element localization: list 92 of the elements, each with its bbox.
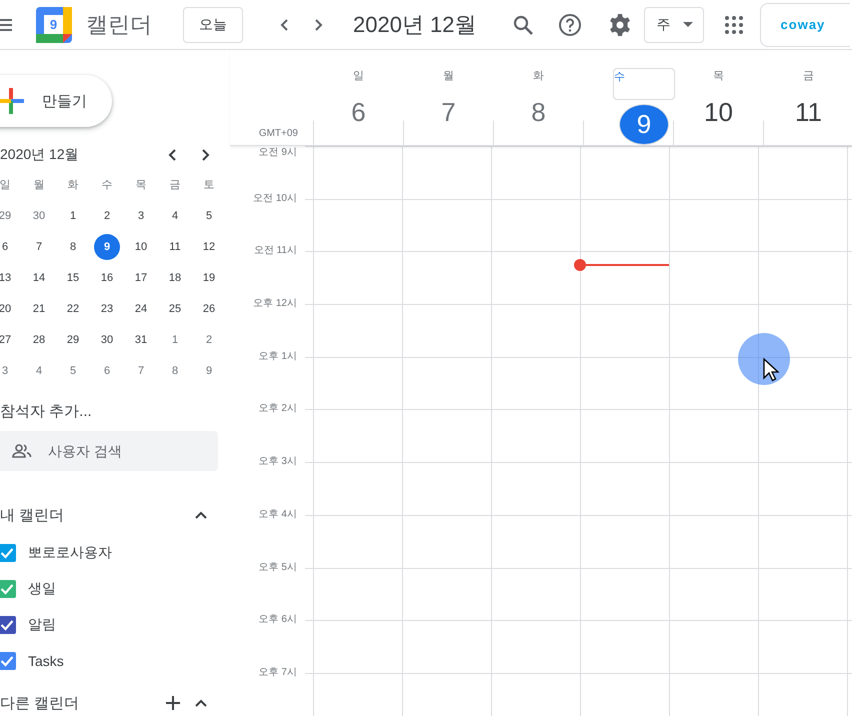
checkbox[interactable]	[0, 616, 16, 634]
app-title: 캘린더	[86, 10, 152, 38]
date-cell[interactable]: 1	[60, 202, 86, 228]
date-cell[interactable]: 28	[26, 326, 52, 352]
add-guests-label: 참석자 추가...	[0, 402, 92, 421]
date-cell[interactable]: 7	[128, 358, 154, 384]
date-cell[interactable]: 31	[128, 326, 154, 352]
calendar-name: 뽀로로사용자	[28, 544, 112, 562]
mini-calendar-title: 2020년 12월	[0, 146, 80, 164]
date-cell[interactable]: 15	[60, 264, 86, 290]
weekday-label: 수	[100, 178, 114, 193]
date-cell[interactable]: 9	[94, 234, 120, 260]
section-title: 다른 캘린더	[0, 694, 80, 712]
weekday-label: 일	[353, 69, 364, 83]
date-cell[interactable]: 25	[162, 296, 188, 322]
date-cell[interactable]: 30	[94, 326, 120, 352]
checkbox[interactable]	[0, 580, 16, 598]
period-title: 2020년 12월	[353, 10, 477, 38]
date-cell[interactable]: 23	[94, 296, 120, 322]
checkbox[interactable]	[0, 544, 16, 562]
date-cell[interactable]: 4	[26, 358, 52, 384]
weekday-label: 월	[32, 178, 46, 193]
day-number[interactable]: 8	[514, 87, 564, 137]
plus-icon	[0, 88, 24, 114]
date-cell[interactable]: 2	[94, 202, 120, 228]
calendar-name: 생일	[28, 580, 56, 598]
calendar-name: Tasks	[28, 653, 64, 669]
date-cell[interactable]: 24	[128, 296, 154, 322]
date-cell[interactable]: 5	[196, 202, 222, 228]
people-search-field[interactable]: 사용자 검색	[0, 431, 218, 471]
calendar-logo-icon: 9	[36, 6, 72, 42]
weekday-label: 목	[134, 178, 148, 193]
weekday-label: 일	[0, 178, 12, 193]
time-slot[interactable]	[669, 304, 758, 357]
date-cell[interactable]: 17	[128, 264, 154, 290]
date-cell[interactable]: 6	[0, 234, 18, 260]
day-number[interactable]: 11	[784, 87, 834, 137]
weekday-label: 금	[168, 178, 182, 193]
add-icon[interactable]	[166, 696, 180, 710]
date-cell[interactable]: 21	[26, 296, 52, 322]
weekday-label: 토	[202, 178, 216, 193]
date-cell[interactable]: 16	[94, 264, 120, 290]
weekday-label: 수	[613, 68, 675, 100]
calendar-name: 알림	[28, 616, 56, 634]
click-highlight	[738, 333, 790, 385]
date-cell[interactable]: 13	[0, 264, 18, 290]
date-cell[interactable]: 7	[26, 234, 52, 260]
day-number[interactable]: 9	[619, 104, 669, 145]
timezone-label: GMT+09	[258, 128, 298, 139]
date-cell[interactable]: 2	[196, 326, 222, 352]
weekday-label: 월	[443, 69, 454, 83]
date-cell[interactable]: 18	[162, 264, 188, 290]
weekday-label: 화	[533, 69, 544, 83]
help-icon[interactable]	[558, 12, 582, 36]
today-button[interactable]: 오늘	[183, 6, 243, 42]
date-cell[interactable]: 5	[60, 358, 86, 384]
weekday-label: 화	[66, 178, 80, 193]
date-cell[interactable]: 9	[196, 358, 222, 384]
date-cell[interactable]: 10	[128, 234, 154, 260]
weekday-label: 목	[713, 69, 724, 83]
date-cell[interactable]: 12	[196, 234, 222, 260]
create-button[interactable]: 만들기	[0, 75, 112, 127]
date-cell[interactable]: 8	[162, 358, 188, 384]
date-cell[interactable]: 8	[60, 234, 86, 260]
time-slot[interactable]	[669, 356, 758, 410]
apps-grid-icon[interactable]	[724, 16, 743, 34]
hour-label: 오후 5시	[258, 560, 297, 574]
day-number[interactable]: 7	[424, 87, 474, 137]
date-cell[interactable]: 22	[60, 296, 86, 322]
date-cell[interactable]: 19	[196, 264, 222, 290]
menu-icon[interactable]	[0, 18, 12, 30]
settings-icon[interactable]	[608, 12, 632, 36]
dropdown-caret-icon	[682, 22, 693, 27]
date-cell[interactable]: 6	[94, 358, 120, 384]
date-cell[interactable]: 3	[128, 202, 154, 228]
day-number[interactable]: 10	[694, 87, 744, 137]
date-cell[interactable]: 29	[60, 326, 86, 352]
date-cell[interactable]: 11	[162, 234, 188, 260]
weekday-label: 금	[803, 69, 814, 83]
brand-name: coway	[780, 17, 826, 32]
day-number[interactable]: 6	[334, 87, 384, 137]
cursor-icon	[763, 358, 779, 382]
checkbox[interactable]	[0, 652, 16, 670]
section-title: 내 캘린더	[0, 506, 66, 524]
date-cell[interactable]: 1	[162, 326, 188, 352]
date-cell[interactable]: 4	[162, 202, 188, 228]
date-cell[interactable]: 30	[26, 202, 52, 228]
date-cell[interactable]: 26	[196, 296, 222, 322]
time-slot[interactable]	[758, 304, 847, 357]
date-cell[interactable]: 14	[26, 264, 52, 290]
view-dropdown[interactable]: 주	[644, 6, 704, 42]
date-cell[interactable]: 3	[0, 358, 18, 384]
